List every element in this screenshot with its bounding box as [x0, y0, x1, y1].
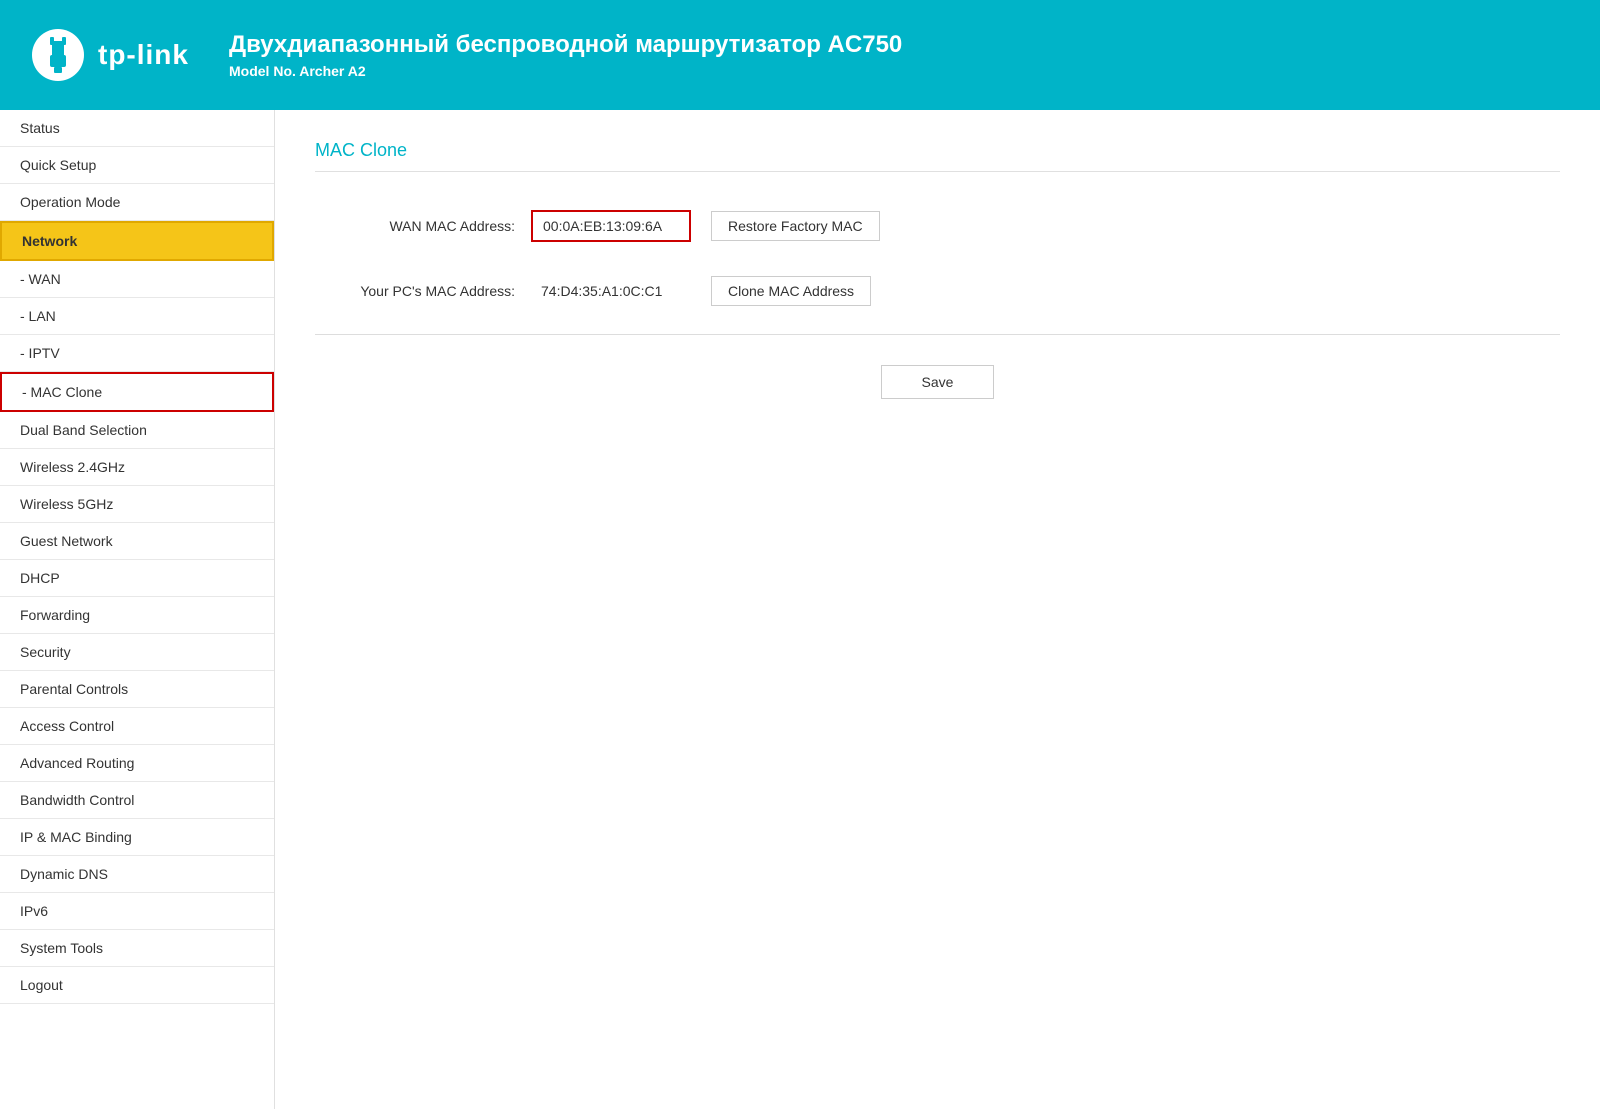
- sidebar-item-wan[interactable]: - WAN: [0, 261, 274, 298]
- sidebar-item-parental-controls[interactable]: Parental Controls: [0, 671, 274, 708]
- sidebar-item-ip-mac-binding[interactable]: IP & MAC Binding: [0, 819, 274, 856]
- form-area: WAN MAC Address: Restore Factory MAC You…: [315, 202, 1560, 399]
- sidebar-item-dhcp[interactable]: DHCP: [0, 560, 274, 597]
- page-title: MAC Clone: [315, 140, 1560, 172]
- wan-mac-row: WAN MAC Address: Restore Factory MAC: [315, 202, 1560, 250]
- main-layout: StatusQuick SetupOperation ModeNetwork- …: [0, 110, 1600, 1109]
- sidebar-item-advanced-routing[interactable]: Advanced Routing: [0, 745, 274, 782]
- sidebar-item-dual-band[interactable]: Dual Band Selection: [0, 412, 274, 449]
- wan-mac-input[interactable]: [531, 210, 691, 242]
- pc-mac-value: 74:D4:35:A1:0C:C1: [531, 277, 691, 305]
- sidebar-item-logout[interactable]: Logout: [0, 967, 274, 1004]
- sidebar-item-operation-mode[interactable]: Operation Mode: [0, 184, 274, 221]
- divider: [315, 334, 1560, 335]
- tplink-logo-icon: [30, 27, 86, 83]
- sidebar: StatusQuick SetupOperation ModeNetwork- …: [0, 110, 275, 1109]
- sidebar-item-forwarding[interactable]: Forwarding: [0, 597, 274, 634]
- restore-factory-mac-button[interactable]: Restore Factory MAC: [711, 211, 880, 241]
- sidebar-item-status[interactable]: Status: [0, 110, 274, 147]
- sidebar-item-network[interactable]: Network: [0, 221, 274, 261]
- save-row: Save: [315, 365, 1560, 399]
- header: tp-link Двухдиапазонный беспроводной мар…: [0, 0, 1600, 110]
- header-title-area: Двухдиапазонный беспроводной маршрутизат…: [229, 31, 902, 79]
- header-title: Двухдиапазонный беспроводной маршрутизат…: [229, 31, 902, 59]
- save-button[interactable]: Save: [881, 365, 995, 399]
- sidebar-item-mac-clone[interactable]: - MAC Clone: [0, 372, 274, 412]
- sidebar-item-security[interactable]: Security: [0, 634, 274, 671]
- clone-mac-button[interactable]: Clone MAC Address: [711, 276, 871, 306]
- sidebar-item-bandwidth-control[interactable]: Bandwidth Control: [0, 782, 274, 819]
- sidebar-item-access-control[interactable]: Access Control: [0, 708, 274, 745]
- sidebar-item-lan[interactable]: - LAN: [0, 298, 274, 335]
- sidebar-item-dynamic-dns[interactable]: Dynamic DNS: [0, 856, 274, 893]
- content-area: MAC Clone WAN MAC Address: Restore Facto…: [275, 110, 1600, 1109]
- pc-mac-label: Your PC's MAC Address:: [315, 283, 515, 299]
- logo-area: tp-link: [30, 27, 189, 83]
- sidebar-item-iptv[interactable]: - IPTV: [0, 335, 274, 372]
- sidebar-item-ipv6[interactable]: IPv6: [0, 893, 274, 930]
- sidebar-item-guest-network[interactable]: Guest Network: [0, 523, 274, 560]
- sidebar-item-system-tools[interactable]: System Tools: [0, 930, 274, 967]
- sidebar-item-quick-setup[interactable]: Quick Setup: [0, 147, 274, 184]
- header-subtitle: Model No. Archer A2: [229, 63, 902, 79]
- logo-text: tp-link: [98, 39, 189, 71]
- wan-mac-label: WAN MAC Address:: [315, 218, 515, 234]
- sidebar-item-wireless-5[interactable]: Wireless 5GHz: [0, 486, 274, 523]
- pc-mac-row: Your PC's MAC Address: 74:D4:35:A1:0C:C1…: [315, 268, 1560, 314]
- sidebar-item-wireless-24[interactable]: Wireless 2.4GHz: [0, 449, 274, 486]
